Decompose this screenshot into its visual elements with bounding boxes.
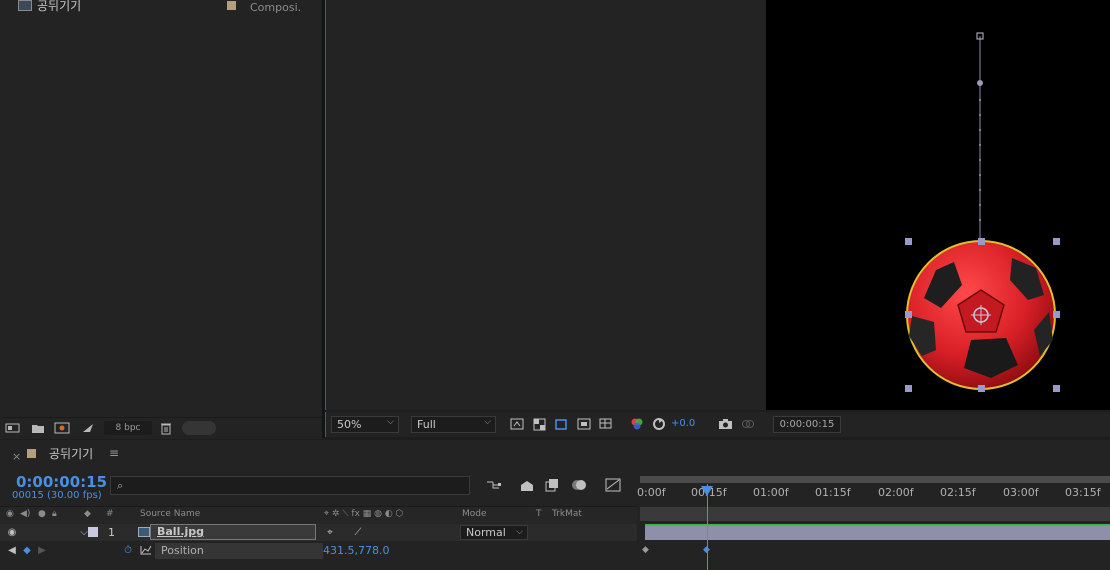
project-item-name: 공뒤기기 [37, 0, 82, 13]
graph-editor-icon[interactable] [604, 477, 622, 493]
color-channels-icon[interactable] [629, 417, 645, 431]
panel-menu-icon[interactable]: ≡ [109, 446, 119, 460]
composition-viewer[interactable] [325, 0, 1110, 410]
project-panel: 공뒤기기 Composi. [0, 0, 322, 438]
interpret-footage-icon[interactable] [5, 421, 21, 435]
work-area-bar[interactable] [640, 507, 1110, 521]
lock-switch-icon[interactable]: 🔒︎ [52, 509, 57, 519]
eye-icon[interactable]: ◉ [6, 526, 18, 538]
layer-name[interactable]: Ball.jpg [150, 524, 316, 540]
project-footer: 8 bpc [0, 417, 322, 439]
next-keyframe-icon[interactable]: ▶ [36, 544, 48, 556]
transparency-grid-icon[interactable] [531, 417, 547, 431]
blend-mode-value: Normal [466, 526, 506, 539]
chevron-down-icon: ⌵ [387, 417, 394, 427]
ruler-label: 03:15f [1065, 486, 1101, 499]
stopwatch-icon[interactable]: ⏱ [122, 544, 134, 556]
property-name: Position [155, 543, 323, 559]
thumbnail-toggle[interactable] [182, 421, 216, 435]
search-icon: ⌕ [117, 479, 124, 492]
blend-mode-dropdown[interactable]: Normal ⌵ [460, 525, 528, 540]
exposure-value[interactable]: +0.0 [671, 418, 695, 429]
draft-3d-icon[interactable] [518, 477, 536, 493]
ruler-label: 01:00f [753, 486, 789, 499]
current-frame-display: 00015 (30.00 fps) [12, 490, 102, 501]
composition-flowchart-icon[interactable] [485, 477, 503, 493]
comp-label-swatch [27, 449, 36, 458]
property-value[interactable]: 431.5,778.0 [323, 544, 389, 557]
fast-previews-icon[interactable] [509, 417, 525, 431]
footage-icon [138, 526, 150, 538]
resolution-dropdown[interactable]: Full ⌵ [411, 416, 496, 433]
label-tag-icon[interactable]: ◆ [84, 509, 91, 519]
layer-column-header: ◉ ◀) ● 🔒︎ ◆ # Source Name ⌖ ✲ ⟍ fx ▦ ◍ ◐… [0, 506, 637, 525]
trash-icon[interactable] [158, 421, 174, 435]
ruler-label: 03:00f [1003, 486, 1039, 499]
column-number: # [106, 509, 114, 519]
layer-duration-bar[interactable] [645, 524, 1110, 540]
layer-label-swatch[interactable] [88, 527, 98, 537]
close-tab-icon[interactable]: × [12, 450, 21, 463]
motion-blur-icon[interactable] [570, 477, 588, 493]
ruler-label: 02:00f [878, 486, 914, 499]
time-ruler[interactable]: 0:00f 00:15f 01:00f 01:15f 02:00f 02:15f… [637, 476, 1110, 524]
snapshot-camera-icon[interactable] [717, 417, 733, 431]
frame-blending-icon[interactable] [543, 477, 561, 493]
audio-switch-icon[interactable]: ◀) [20, 509, 30, 519]
ruler-label: 02:15f [940, 486, 976, 499]
resolution-value: Full [417, 418, 436, 431]
solo-switch-icon[interactable]: ● [38, 509, 46, 519]
timeline-panel: × 공뒤기기 ≡ 0:00:00:15 00015 (30.00 fps) ⌕ … [0, 440, 1110, 570]
playhead-icon[interactable] [701, 486, 713, 496]
ruler-label: 0:00f [637, 486, 666, 499]
composition-icon [18, 0, 32, 11]
composition-frame[interactable] [766, 0, 1110, 410]
ball-layer-graphic[interactable] [766, 0, 1110, 410]
label-color-swatch[interactable] [227, 1, 236, 10]
time-navigator[interactable] [640, 476, 1110, 483]
layer-row[interactable]: ◉ ⌵ 1 Ball.jpg ⌖ ⟋ Normal ⌵ [0, 524, 637, 541]
keyframe-marker[interactable]: ◆ [642, 545, 649, 555]
video-switch-icon[interactable]: ◉ [6, 509, 14, 519]
layer-search-input[interactable]: ⌕ [110, 476, 470, 495]
show-snapshot-icon[interactable] [740, 417, 756, 431]
current-time-indicator[interactable] [707, 484, 708, 570]
render-queue-icon[interactable] [80, 421, 96, 435]
prev-keyframe-icon[interactable]: ◀ [6, 544, 18, 556]
column-source-name[interactable]: Source Name [140, 509, 200, 519]
keyframe-diamond-icon[interactable]: ◆ [21, 544, 33, 556]
new-composition-icon[interactable] [54, 421, 70, 435]
project-item-type: Composi. [250, 1, 302, 14]
grid-guides-icon[interactable] [598, 417, 614, 431]
layer-index: 1 [108, 526, 115, 539]
path-vertex [977, 80, 983, 86]
magnification-value: 50% [337, 418, 362, 431]
viewer-timecode[interactable]: 0:00:00:15 [773, 416, 841, 433]
property-row[interactable]: ◀ ◆ ▶ ⏱ Position 431.5,778.0 [0, 542, 637, 560]
viewer-toolbar: 50% ⌵ Full ⌵ +0.0 0:00:00:15 [325, 412, 1110, 437]
column-t: T [536, 509, 542, 519]
project-item-row[interactable]: 공뒤기기 Composi. [0, 0, 322, 14]
shy-toggle-icon[interactable]: ⌖ [324, 526, 336, 538]
region-of-interest-icon[interactable] [576, 417, 592, 431]
column-mode[interactable]: Mode [462, 509, 487, 519]
quality-toggle-icon[interactable]: ⟋ [352, 526, 364, 538]
magnification-dropdown[interactable]: 50% ⌵ [331, 416, 399, 433]
chevron-down-icon: ⌵ [484, 417, 491, 427]
current-time-display[interactable]: 0:00:00:15 [16, 473, 107, 491]
new-folder-icon[interactable] [30, 421, 46, 435]
graph-icon[interactable] [140, 544, 152, 556]
shy-switch-icon[interactable]: ⌖ ✲ ⟍ fx ▦ ◍ ◐ ⬡ [324, 509, 403, 519]
timeline-tab-name[interactable]: 공뒤기기 [49, 445, 93, 462]
mask-visibility-icon[interactable] [553, 417, 569, 431]
chevron-down-icon: ⌵ [516, 527, 523, 537]
color-depth-button[interactable]: 8 bpc [104, 421, 152, 435]
reset-exposure-icon[interactable] [651, 417, 667, 431]
ruler-label: 01:15f [815, 486, 851, 499]
column-trkmat[interactable]: TrkMat [552, 509, 582, 519]
